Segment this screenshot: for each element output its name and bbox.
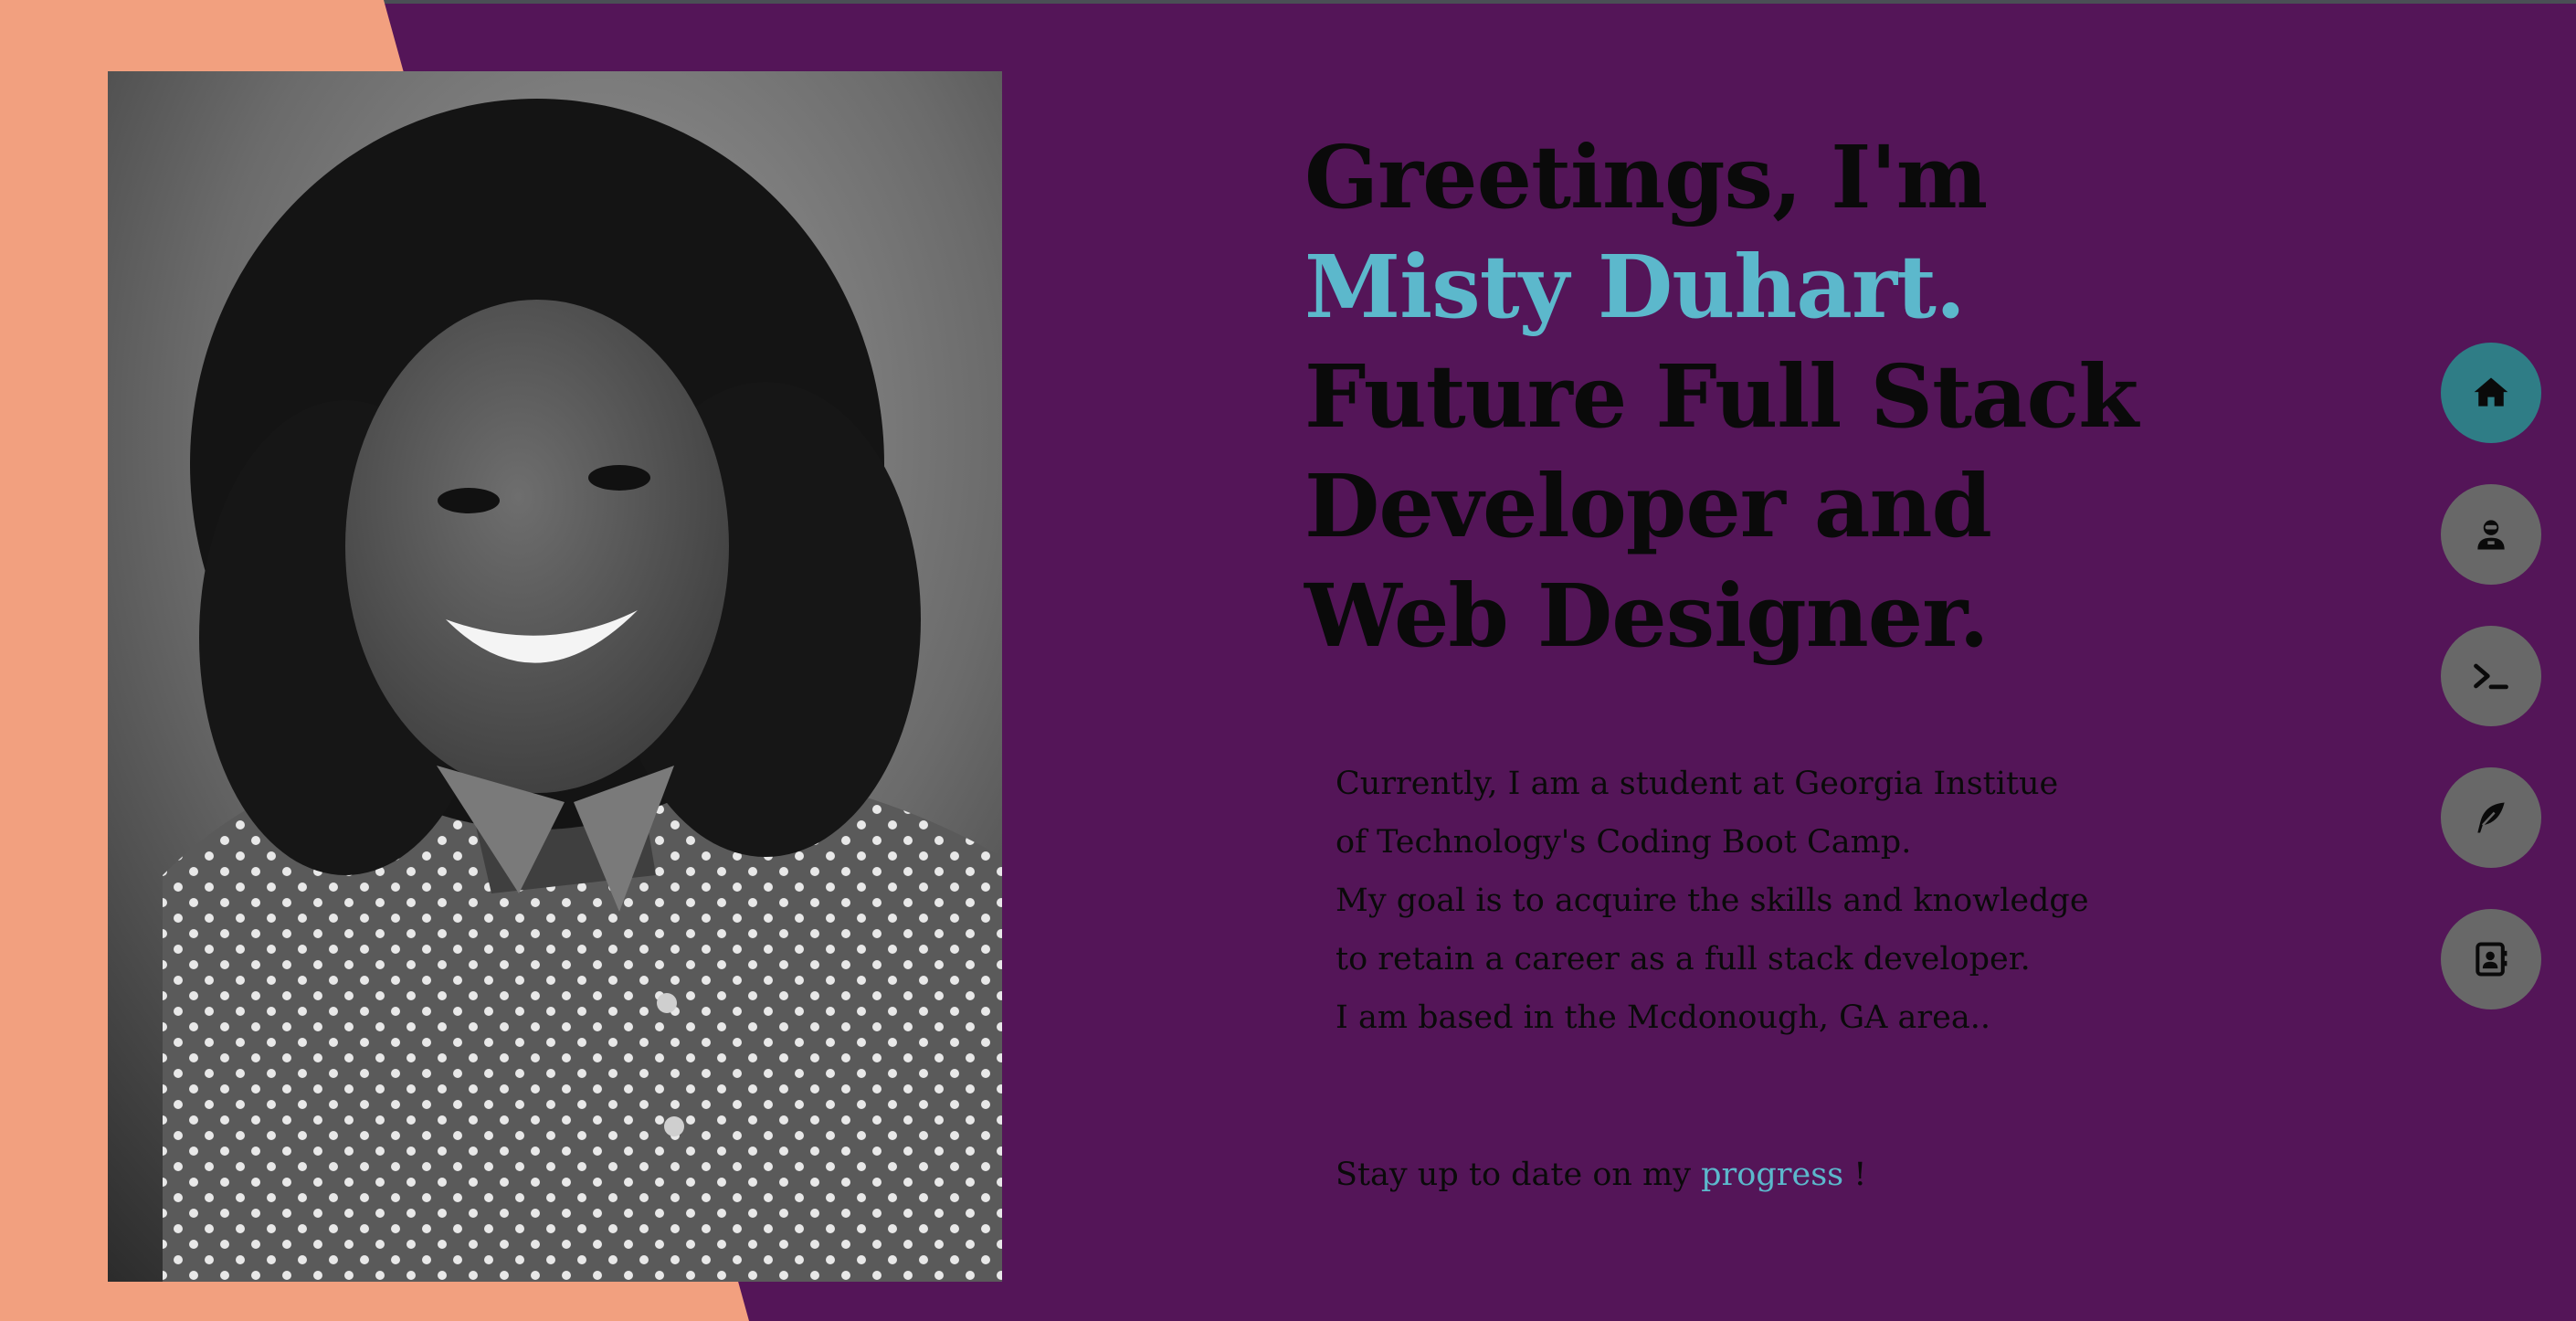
- nav-blog-button[interactable]: [2441, 767, 2541, 868]
- user-icon: [2477, 520, 2505, 550]
- headline-greeting: Greetings, I'm: [1304, 127, 1988, 228]
- headline-role-line3: Web Designer.: [1304, 565, 1990, 667]
- terminal-icon: [2474, 663, 2508, 690]
- bio-line: of Technology's Coding Boot Camp.: [1336, 824, 1912, 861]
- nav-about-button[interactable]: [2441, 484, 2541, 585]
- nav-home-button[interactable]: [2441, 343, 2541, 443]
- headline-role-line1: Future Full Stack: [1304, 346, 2138, 448]
- home-icon: [2474, 377, 2508, 407]
- headline-name: Misty Duhart.: [1304, 237, 1966, 338]
- profile-photo-illustration: [108, 71, 1002, 1282]
- bio-text: Currently, I am a student at Georgia Ins…: [1336, 755, 2139, 1047]
- nav-projects-button[interactable]: [2441, 626, 2541, 726]
- bio-line: to retain a career as a full stack devel…: [1336, 941, 2031, 978]
- headline: Greetings, I'm Misty Duhart. Future Full…: [1304, 123, 2145, 671]
- progress-callout: Stay up to date on my progress !: [1336, 1147, 1866, 1202]
- bio-line: Currently, I am a student at Georgia Ins…: [1336, 766, 2059, 802]
- page: Greetings, I'm Misty Duhart. Future Full…: [0, 0, 2576, 1321]
- bio-line: My goal is to acquire the skills and kno…: [1336, 882, 2089, 919]
- progress-suffix: !: [1843, 1157, 1867, 1193]
- feather-icon: [2477, 802, 2505, 833]
- bio-line: I am based in the Mcdonough, GA area..: [1336, 999, 1990, 1036]
- side-nav: [2441, 343, 2543, 1051]
- window-top-border: [0, 0, 2576, 4]
- progress-link[interactable]: progress: [1701, 1157, 1843, 1193]
- contact-book-icon: [2476, 942, 2507, 977]
- progress-prefix: Stay up to date on my: [1336, 1157, 1702, 1193]
- headline-role-line2: Developer and: [1304, 456, 1992, 557]
- nav-contact-button[interactable]: [2441, 909, 2541, 1009]
- profile-photo: [108, 71, 1002, 1282]
